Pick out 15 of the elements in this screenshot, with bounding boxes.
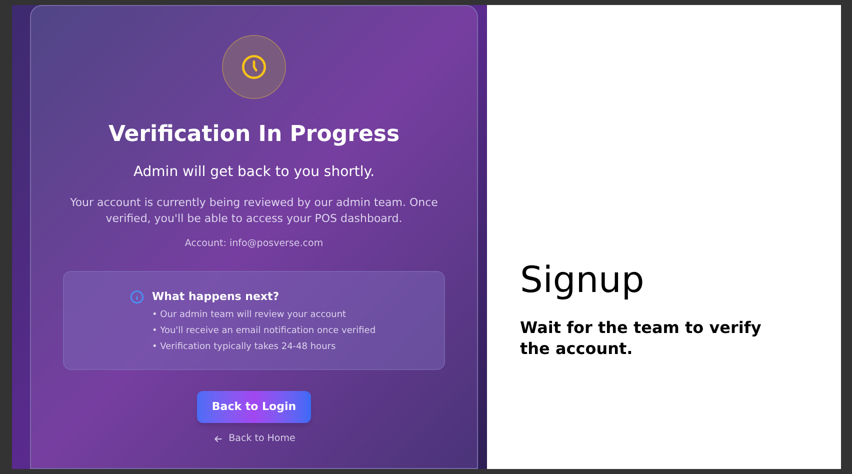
back-to-home-link[interactable]: Back to Home [212,432,296,446]
arrow-left-icon [212,434,223,444]
side-title: Signup [520,259,646,303]
side-caption: Wait for the team to verify the account. [520,317,762,359]
info-heading: What happens next? [152,288,280,305]
info-list-item: • Verification typically takes 24-48 hours [152,341,337,354]
info-list-item: • Our admin team will review your account [152,309,348,322]
description: Your account is currently being reviewed by our admin team. Once verified, you'll be able to access your POS dashboard. [69,194,439,226]
subtitle: Admin will get back to you shortly. [133,162,375,182]
account-email: Account: info@posverse.com [184,236,324,250]
clock-icon [241,54,267,80]
info-list-item: • You'll receive an email notification once verified [152,325,376,338]
info-icon [130,290,144,304]
back-to-login-button[interactable]: Back to Login [197,390,311,423]
title: Verification In Progress [108,121,400,148]
